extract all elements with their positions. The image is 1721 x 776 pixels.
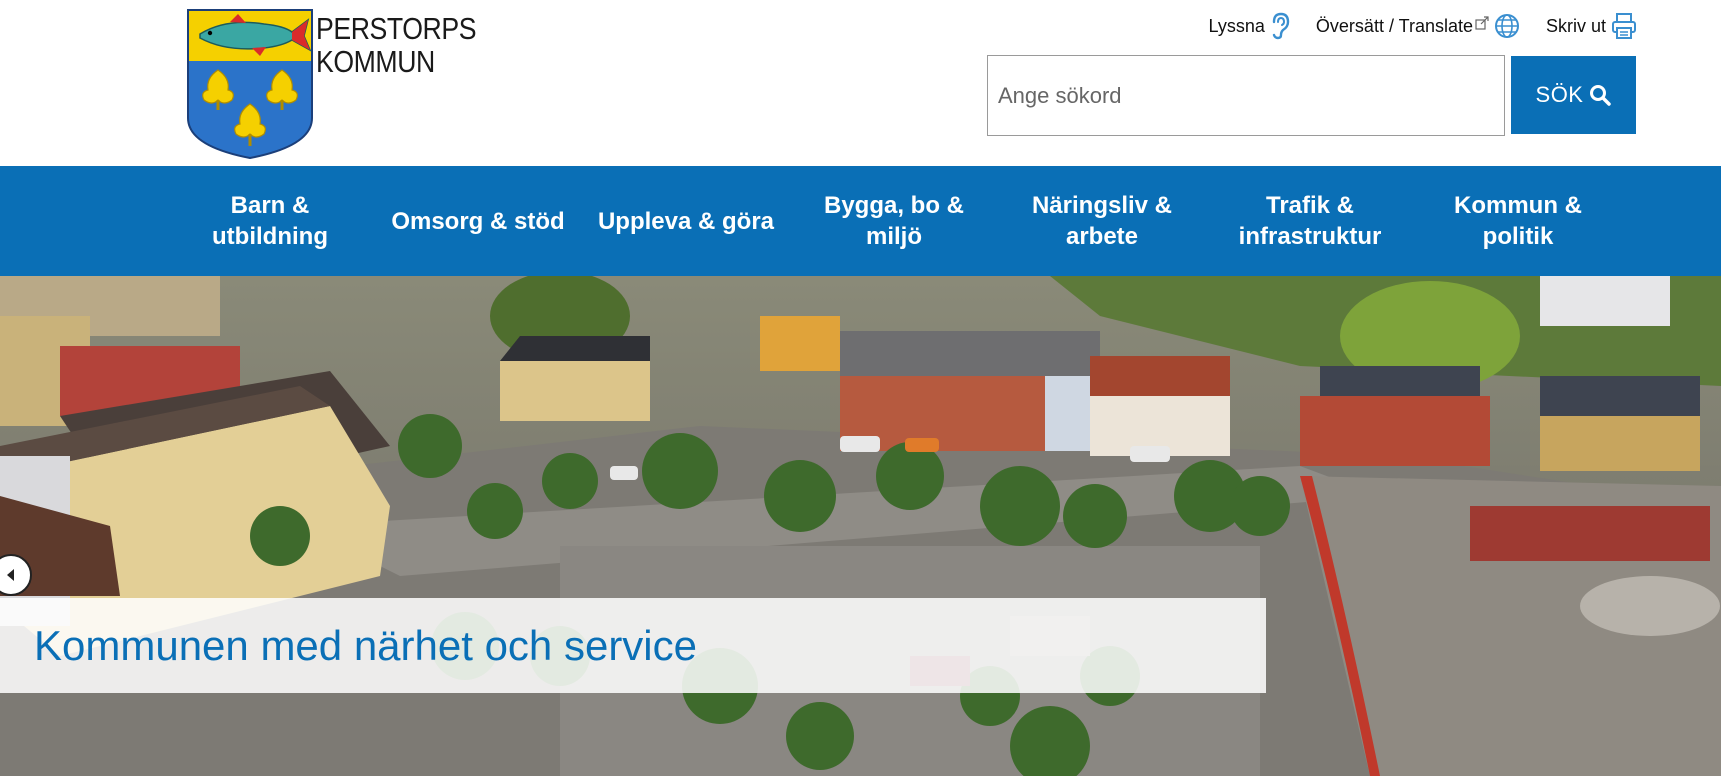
hero-caption-box: Kommunen med närhet och service: [0, 598, 1266, 693]
hero-caption-title: Kommunen med närhet och service: [34, 622, 697, 669]
search-button-label: SÖK: [1535, 82, 1584, 107]
nav-item-omsorg-stod[interactable]: Omsorg & stöd: [374, 166, 582, 276]
nav-item-bygga-bo-miljo[interactable]: Bygga, bo & miljö: [790, 166, 998, 276]
nav-item-barn-utbildning[interactable]: Barn & utbildning: [166, 166, 374, 276]
coat-of-arms-icon: [187, 9, 313, 160]
print-button[interactable]: Skriv ut: [1546, 12, 1637, 40]
globe-icon: [1494, 14, 1519, 38]
nav-item-kommun-politik[interactable]: Kommun & politik: [1414, 166, 1622, 276]
printer-icon: [1612, 13, 1636, 39]
search-icon: [1590, 85, 1612, 106]
listen-label: Lyssna: [1208, 15, 1265, 36]
header-tools: Lyssna Översätt / Translate Skriv ut: [1183, 12, 1637, 40]
search-form: SÖK: [987, 55, 1637, 136]
hero-banner: Kommunen med närhet och service: [0, 276, 1721, 776]
translate-button[interactable]: Översätt / Translate: [1316, 13, 1520, 39]
nav-item-naringsliv-arbete[interactable]: Näringsliv & arbete: [998, 166, 1206, 276]
listen-button[interactable]: Lyssna: [1209, 12, 1290, 40]
logo-line-1: PERSTORPS: [316, 11, 477, 46]
arrow-left-icon: [7, 569, 14, 581]
logo-line-2: KOMMUN: [316, 44, 435, 79]
ear-icon: [1272, 12, 1290, 40]
nav-item-trafik-infrastruktur[interactable]: Trafik & infrastruktur: [1206, 166, 1414, 276]
search-button[interactable]: SÖK: [1511, 56, 1636, 134]
main-navigation: Barn & utbildning Omsorg & stöd Uppleva …: [0, 166, 1721, 276]
logo-wordmark: PERSTORPS KOMMUN: [316, 12, 502, 78]
print-label: Skriv ut: [1545, 15, 1606, 36]
site-header: PERSTORPS KOMMUN Lyssna Översätt / Trans…: [0, 0, 1721, 166]
hero-aerial-photo: [0, 276, 1721, 776]
nav-item-uppleva-gora[interactable]: Uppleva & göra: [582, 166, 790, 276]
external-link-icon: [1475, 16, 1489, 30]
site-logo-link[interactable]: PERSTORPS KOMMUN: [186, 8, 486, 163]
nav-list: Barn & utbildning Omsorg & stöd Uppleva …: [166, 166, 1622, 276]
search-input[interactable]: [987, 55, 1505, 136]
translate-label: Översätt / Translate: [1315, 15, 1473, 36]
